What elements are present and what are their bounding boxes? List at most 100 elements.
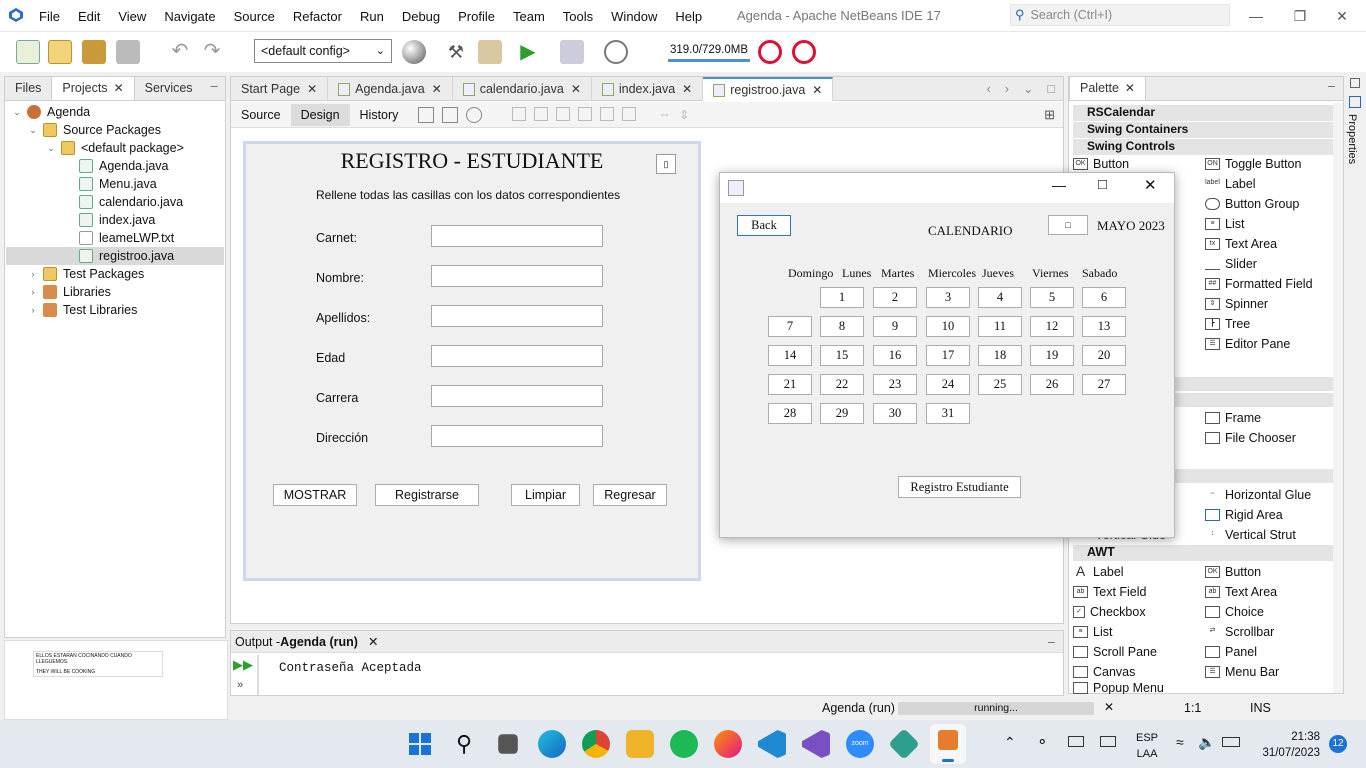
palette-awt-list[interactable]: ≡ List [1073,623,1112,641]
palette-swing-button[interactable]: OK Button [1073,155,1129,173]
day-button[interactable]: 13 [1082,316,1126,337]
day-button[interactable]: 14 [768,345,812,366]
day-button[interactable]: 8 [820,316,864,337]
palette-awt-text-area[interactable]: ab Text Area [1205,583,1277,601]
search-icon[interactable]: ⚲ [450,730,478,758]
palette-rigid-area[interactable]: Rigid Area [1205,506,1283,524]
status-task[interactable]: Agenda (run) [822,701,895,715]
properties-tab[interactable]: Properties [1346,96,1364,186]
tab-index-java[interactable]: index.java ✕ [592,77,704,101]
task-view-icon[interactable] [498,734,518,754]
tree-libraries[interactable]: › Libraries [27,283,111,301]
day-button[interactable]: 10 [926,316,970,337]
day-button[interactable]: 21 [768,374,812,395]
build-icon[interactable] [478,40,502,64]
open-project-icon[interactable] [82,40,106,64]
day-button[interactable]: 1 [820,287,864,308]
day-button[interactable]: 26 [1030,374,1074,395]
align-left-icon[interactable] [512,106,527,121]
back-button[interactable]: Back [737,215,791,236]
tree-file-agenda[interactable]: Agenda.java [79,157,169,175]
palette-awt-choice[interactable]: Choice [1205,603,1264,621]
direccion-field[interactable] [431,425,603,447]
edad-field[interactable] [431,345,603,367]
tree-default-package[interactable]: ⌄ <default package> [45,139,184,157]
edge-icon[interactable] [538,730,566,758]
day-button[interactable]: 7 [768,316,812,337]
palette-awt-scroll-pane[interactable]: Scroll Pane [1073,643,1157,661]
menu-navigate[interactable]: Navigate [155,9,224,24]
expand-icon[interactable]: › [27,287,39,297]
collapse-icon[interactable]: ⌄ [45,143,57,154]
day-button[interactable]: 12 [1030,316,1074,337]
day-button[interactable]: 20 [1082,345,1126,366]
day-button[interactable]: 25 [978,374,1022,395]
save-all-icon[interactable] [116,40,140,64]
minimize-icon[interactable]: – [1048,635,1055,649]
expand-icon[interactable]: › [27,269,39,279]
palette-label[interactable]: label Label [1205,175,1256,193]
menu-team[interactable]: Team [504,9,554,24]
profile-icon[interactable] [604,40,628,64]
palette-toggle-button[interactable]: ON Toggle Button [1205,155,1301,173]
language-indicator[interactable]: ESP LAA [1136,730,1158,762]
day-button[interactable]: 23 [873,374,917,395]
tab-projects[interactable]: Projects ✕ [51,77,135,100]
tab-start-page[interactable]: Start Page ✕ [231,77,329,101]
memory-meter[interactable]: 319.0/729.0MB [668,42,750,62]
close-button[interactable]: ✕ [1144,176,1157,194]
tree-file-index[interactable]: index.java [79,211,155,229]
file-explorer-icon[interactable] [626,730,654,758]
align-top-icon[interactable] [578,106,593,121]
day-button[interactable]: 16 [873,345,917,366]
palette-list[interactable]: ≡ List [1205,215,1244,233]
chevron-up-icon[interactable]: ⌃ [1004,734,1016,751]
connection-mode-icon[interactable] [442,106,459,123]
menu-run[interactable]: Run [351,9,393,24]
day-button[interactable]: 22 [820,374,864,395]
output-tab[interactable]: Output - Agenda (run) ✕ – [231,631,1063,653]
close-icon[interactable]: ✕ [432,82,442,96]
month-picker-button[interactable]: □ [1048,215,1088,235]
new-project-icon[interactable] [48,40,72,64]
menu-tools[interactable]: Tools [554,9,602,24]
month-year-display[interactable]: MAYO 2023 [1097,218,1165,234]
microphone-icon[interactable]: ⚬ [1036,733,1049,751]
day-button[interactable]: 3 [926,287,970,308]
apellidos-field[interactable] [431,305,603,327]
maximize-icon[interactable]: □ [1047,82,1055,96]
cancel-task-icon[interactable]: ✕ [1104,700,1114,714]
center-horizontal-icon[interactable] [556,106,571,121]
vscode-icon[interactable] [758,730,786,758]
mostrar-button[interactable]: MOSTRAR [273,484,357,506]
new-file-icon[interactable] [16,40,40,64]
gc-profile-icon[interactable] [792,40,816,64]
zoom-icon[interactable]: zoom [846,730,874,758]
minimize-icon[interactable]: – [203,77,226,100]
keyboard-icon[interactable] [1068,736,1084,747]
close-icon[interactable]: ✕ [114,81,124,95]
palette-awt-popup-menu[interactable]: Popup Menu [1073,682,1164,694]
grid-icon[interactable]: ⊞ [1044,107,1055,123]
redo-icon[interactable]: ↷ [200,40,224,64]
form-icon-button[interactable]: ▯ [656,154,676,174]
tree-file-leame[interactable]: leameLWP.txt [79,229,174,247]
center-vertical-icon[interactable] [622,106,637,121]
menu-debug[interactable]: Debug [393,9,449,24]
chevron-left-icon[interactable]: ‹ [987,82,991,96]
palette-file-chooser[interactable]: File Chooser [1205,429,1296,447]
menu-file[interactable]: File [30,9,69,24]
tree-file-calendario[interactable]: calendario.java [79,193,183,211]
day-button[interactable]: 6 [1082,287,1126,308]
palette-awt-panel[interactable]: Panel [1205,643,1257,661]
windows-start-icon[interactable] [406,730,434,758]
registro-estudiante-button[interactable]: Registro Estudiante [898,476,1021,498]
menu-edit[interactable]: Edit [69,9,109,24]
palette-awt-label[interactable]: A Label [1073,563,1124,581]
nombre-field[interactable] [431,265,603,287]
day-button[interactable]: 24 [926,374,970,395]
resize-vertical-icon[interactable]: ⇕ [679,107,689,123]
tab-services[interactable]: Services [135,77,203,100]
tree-test-libraries[interactable]: › Test Libraries [27,301,137,319]
close-icon[interactable]: ✕ [682,82,692,96]
